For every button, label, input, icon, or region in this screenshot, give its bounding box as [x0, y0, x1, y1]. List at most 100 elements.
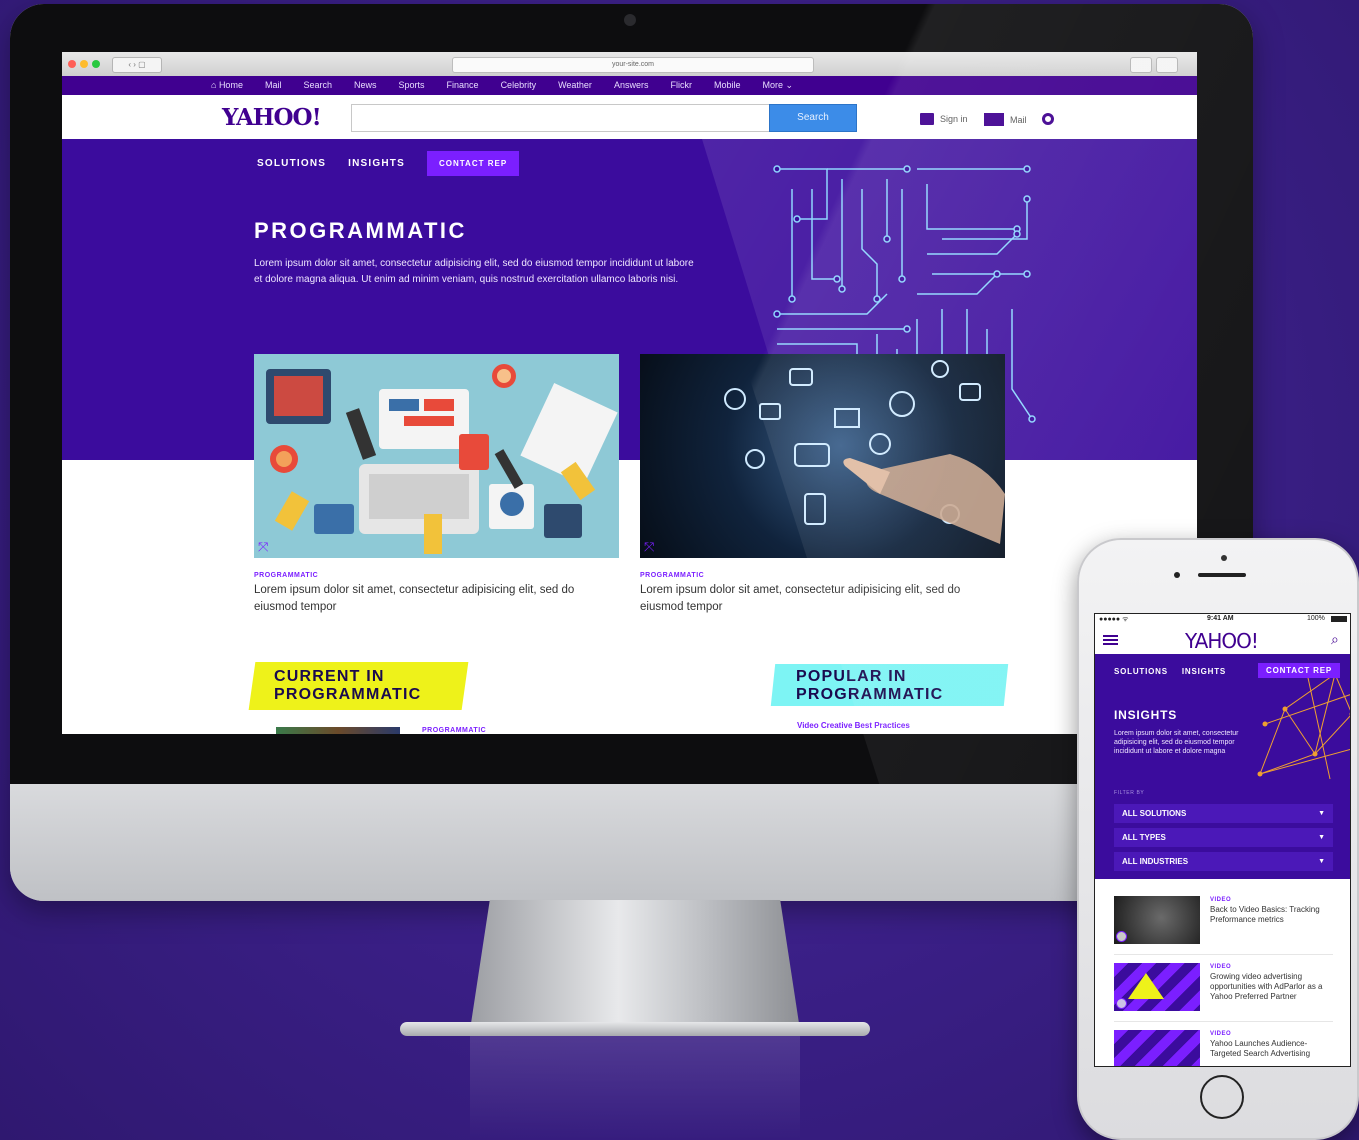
page-title: PROGRAMMATIC	[254, 218, 467, 243]
popular-title-line-1: POPULAR IN	[796, 668, 907, 685]
nav-mobile[interactable]: Mobile	[703, 76, 752, 95]
yahoo-logo[interactable]: YAHOO!	[1185, 629, 1259, 653]
article-card[interactable]: ⤧ PROGRAMMATIC Lorem ipsum dolor sit ame…	[640, 354, 1005, 616]
nav-weather[interactable]: Weather	[547, 76, 603, 95]
workspace-illustration: ⤧	[254, 354, 619, 558]
minimize-window-icon[interactable]	[80, 60, 88, 68]
nav-more[interactable]: More ⌄	[751, 76, 804, 95]
yahoo-top-nav: ⌂ Home Mail Search News Sports Finance C…	[62, 76, 1197, 95]
hamburger-menu-icon[interactable]	[1103, 635, 1118, 637]
item-title[interactable]: Growing video advertising opportunities …	[1210, 972, 1336, 1002]
subnav-insights[interactable]: INSIGHTS	[1182, 667, 1226, 676]
expand-icon[interactable]: ⤧	[644, 540, 658, 554]
list-item[interactable]: VIDEO Growing video advertising opportun…	[1114, 959, 1333, 1022]
current-item-tag[interactable]: PROGRAMMATIC	[422, 727, 486, 734]
search-input[interactable]	[351, 104, 773, 132]
item-tag: VIDEO	[1210, 897, 1232, 903]
nav-search[interactable]: Search	[292, 76, 343, 95]
current-title-line-2: PROGRAMMATIC	[274, 686, 422, 703]
phone-camera-icon	[1221, 555, 1227, 561]
phone-sensor	[1174, 572, 1180, 578]
card-description[interactable]: Lorem ipsum dolor sit amet, consectetur …	[254, 582, 604, 616]
home-button[interactable]	[1200, 1075, 1244, 1119]
item-title[interactable]: Yahoo Launches Audience-Targeted Search …	[1210, 1039, 1336, 1059]
section-subnav: SOLUTIONS INSIGHTS CONTACT REP	[257, 151, 520, 176]
tabs-icon[interactable]	[1156, 57, 1178, 73]
sign-in-link[interactable]: Sign in	[920, 113, 968, 125]
subnav-solutions[interactable]: SOLUTIONS	[257, 158, 326, 169]
digital-touch-image: ⤧	[640, 354, 1005, 558]
nav-mail[interactable]: Mail	[254, 76, 293, 95]
filter-label: FILTER BY	[1114, 790, 1145, 796]
nav-finance[interactable]: Finance	[436, 76, 490, 95]
video-thumbnail	[1114, 1030, 1200, 1066]
camera-icon	[624, 14, 636, 26]
nav-celebrity[interactable]: Celebrity	[490, 76, 548, 95]
current-thumbnail[interactable]	[276, 727, 400, 734]
play-icon[interactable]	[1116, 998, 1127, 1009]
list-item[interactable]: VIDEO Yahoo Launches Audience-Targeted S…	[1114, 1026, 1336, 1066]
select-value: ALL INDUSTRIES	[1122, 857, 1189, 866]
battery-icon	[1331, 616, 1347, 622]
close-window-icon[interactable]	[68, 60, 76, 68]
hero-description: Lorem ipsum dolor sit amet, consectetur …	[1114, 730, 1239, 755]
subnav-solutions[interactable]: SOLUTIONS	[1114, 667, 1168, 676]
caret-down-icon: ▼	[1318, 858, 1325, 865]
play-icon[interactable]	[1116, 931, 1127, 942]
signal-icon: ●●●●● ᯤ	[1099, 616, 1129, 623]
caret-down-icon: ▼	[1318, 834, 1325, 841]
mail-label: Mail	[1010, 114, 1027, 125]
nav-home[interactable]: ⌂ Home	[200, 76, 254, 95]
select-value: ALL TYPES	[1122, 833, 1166, 842]
item-tag: VIDEO	[1210, 1031, 1232, 1037]
mobile-screen: ●●●●● ᯤ 9:41 AM 100% YAHOO! ⌕ SOLUTIONS …	[1094, 613, 1351, 1067]
expand-icon[interactable]: ⤧	[258, 540, 272, 554]
imac-chin	[10, 784, 1253, 901]
battery-text: 100%	[1307, 615, 1325, 622]
floating-icons-graphic	[724, 360, 1005, 544]
phone-speaker	[1198, 573, 1246, 577]
article-card[interactable]: ⤧ PROGRAMMATIC Lorem ipsum dolor sit ame…	[254, 354, 619, 616]
address-bar[interactable]: your-site.com	[452, 57, 814, 73]
subnav-insights[interactable]: INSIGHTS	[348, 158, 405, 169]
share-icon[interactable]	[1130, 57, 1152, 73]
search-button[interactable]: Search	[769, 104, 857, 132]
search-icon[interactable]: ⌕	[1331, 631, 1339, 648]
industries-select[interactable]: ALL INDUSTRIES ▼	[1114, 852, 1333, 871]
types-select[interactable]: ALL TYPES ▼	[1114, 828, 1333, 847]
nav-news[interactable]: News	[343, 76, 388, 95]
back-forward-buttons[interactable]: ‹ › ▢	[112, 57, 162, 73]
solutions-select[interactable]: ALL SOLUTIONS ▼	[1114, 804, 1333, 823]
yahoo-logo[interactable]: YAHOO!	[222, 104, 322, 131]
settings-button[interactable]	[1042, 113, 1054, 125]
maximize-window-icon[interactable]	[92, 60, 100, 68]
yahoo-header: YAHOO! Search Sign in Mail	[62, 95, 1197, 140]
mobile-hero: SOLUTIONS INSIGHTS CONTACT REP INSIGHTS …	[1095, 654, 1350, 784]
triangle-graphic	[1128, 973, 1164, 999]
contact-rep-button[interactable]: CONTACT REP	[426, 151, 520, 176]
mobile-header: YAHOO! ⌕	[1095, 626, 1350, 654]
select-value: ALL SOLUTIONS	[1122, 809, 1187, 818]
list-item[interactable]: VIDEO Back to Video Basics: Tracking Pre…	[1114, 892, 1333, 955]
imac-base	[400, 1022, 870, 1036]
gear-icon	[1042, 113, 1054, 125]
item-tag: VIDEO	[1210, 964, 1232, 970]
status-time: 9:41 AM	[1207, 615, 1234, 622]
popular-item-link[interactable]: Video Creative Best Practices	[797, 721, 910, 730]
contact-rep-button[interactable]: CONTACT REP	[1258, 663, 1340, 678]
card-tag[interactable]: PROGRAMMATIC	[254, 572, 619, 579]
video-thumbnail	[1114, 963, 1200, 1011]
sign-in-label: Sign in	[940, 114, 968, 124]
nav-sports[interactable]: Sports	[388, 76, 436, 95]
mail-icon	[984, 113, 1004, 126]
status-bar: ●●●●● ᯤ 9:41 AM 100%	[1095, 614, 1350, 626]
card-tag[interactable]: PROGRAMMATIC	[640, 572, 1005, 579]
filter-panel: FILTER BY ALL SOLUTIONS ▼ ALL TYPES ▼ AL…	[1095, 784, 1350, 879]
item-title[interactable]: Back to Video Basics: Tracking Preforman…	[1210, 905, 1336, 925]
page-title: INSIGHTS	[1114, 708, 1178, 722]
caret-down-icon: ▼	[1318, 810, 1325, 817]
nav-flickr[interactable]: Flickr	[659, 76, 703, 95]
mail-link[interactable]: Mail	[984, 113, 1027, 126]
nav-answers[interactable]: Answers	[603, 76, 660, 95]
card-description[interactable]: Lorem ipsum dolor sit amet, consectetur …	[640, 582, 990, 616]
